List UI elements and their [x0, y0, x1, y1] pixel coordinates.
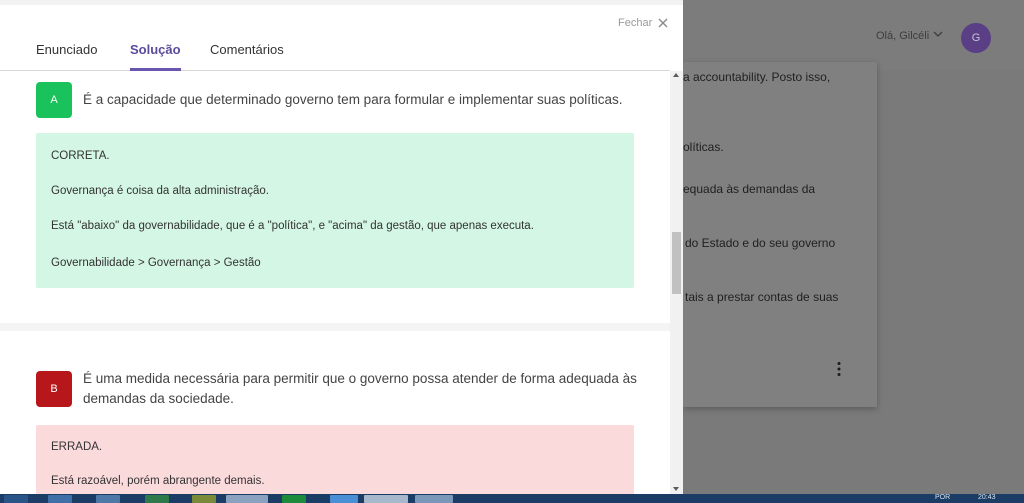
- user-greeting[interactable]: Olá, Gilcéli: [876, 30, 929, 42]
- taskbar-app-icon[interactable]: [96, 495, 120, 503]
- taskbar-app-icon[interactable]: [226, 495, 268, 503]
- taskbar-app-icon[interactable]: [415, 495, 453, 503]
- option-b-text-line1: É uma medida necessária para permitir qu…: [83, 371, 637, 386]
- panel-topbar: [0, 0, 683, 5]
- scroll-up-arrow-icon[interactable]: [673, 73, 679, 77]
- taskbar-app-icon[interactable]: [364, 495, 408, 503]
- correct-explanation-box: CORRETA. Governança é coisa da alta admi…: [36, 133, 634, 288]
- option-letter: B: [50, 383, 58, 395]
- scroll-thumb[interactable]: [672, 232, 681, 294]
- start-button[interactable]: [4, 495, 28, 503]
- option-a-badge: A: [36, 82, 72, 118]
- option-divider: [0, 323, 670, 331]
- background-text: olíticas.: [683, 140, 724, 154]
- taskbar-app-icon[interactable]: [192, 495, 216, 503]
- option-b-badge: B: [36, 371, 72, 407]
- explanation-line: Governabilidade > Governança > Gestão: [51, 257, 261, 269]
- tab-comentarios[interactable]: Comentários: [210, 42, 284, 57]
- tab-bar: Enunciado Solução Comentários: [0, 36, 670, 71]
- avatar-initial: G: [971, 32, 981, 44]
- wrong-explanation-box: ERRADA. Está razoável, porém abrangente …: [36, 425, 634, 494]
- more-options-icon[interactable]: [836, 361, 842, 377]
- background-text: equada às demandas da: [683, 182, 816, 196]
- input-language[interactable]: POR: [935, 494, 950, 501]
- tab-enunciado[interactable]: Enunciado: [36, 42, 97, 57]
- option-letter: A: [50, 94, 58, 106]
- tab-solucao[interactable]: Solução: [130, 42, 181, 57]
- option-a-text: É a capacidade que determinado governo t…: [83, 92, 623, 107]
- system-clock[interactable]: 20:43: [978, 494, 996, 501]
- solution-content: A É a capacidade que determinado governo…: [0, 71, 670, 494]
- close-icon: [658, 18, 668, 28]
- taskbar-app-icon[interactable]: [145, 495, 169, 503]
- explanation-line: Está "abaixo" da governabilidade, que é …: [51, 220, 534, 232]
- explanation-line: Está razoável, porém abrangente demais.: [51, 475, 265, 487]
- close-label: Fechar: [618, 17, 653, 29]
- taskbar-app-icon[interactable]: [48, 495, 72, 503]
- taskbar-app-icon[interactable]: [330, 495, 358, 503]
- chevron-down-icon[interactable]: [933, 29, 943, 39]
- scroll-down-arrow-icon[interactable]: [673, 487, 679, 491]
- option-b-text-line2: demandas da sociedade.: [83, 391, 234, 406]
- user-avatar[interactable]: G: [961, 23, 991, 53]
- os-taskbar: POR 20:43: [0, 494, 1024, 503]
- verdict-label: ERRADA.: [51, 441, 103, 453]
- background-text: tais a prestar contas de suas: [685, 290, 839, 304]
- explanation-line: Governança é coisa da alta administração…: [51, 185, 269, 197]
- background-text: do Estado e do seu governo: [685, 236, 836, 250]
- taskbar-app-icon[interactable]: [282, 495, 306, 503]
- verdict-label: CORRETA.: [51, 150, 110, 162]
- background-text: a accountability. Posto isso,: [683, 70, 831, 84]
- solution-panel: Fechar Enunciado Solução Comentários A É…: [0, 0, 683, 494]
- vertical-scrollbar[interactable]: [670, 71, 683, 494]
- close-button[interactable]: Fechar: [618, 17, 668, 29]
- background-question-card: [683, 62, 877, 407]
